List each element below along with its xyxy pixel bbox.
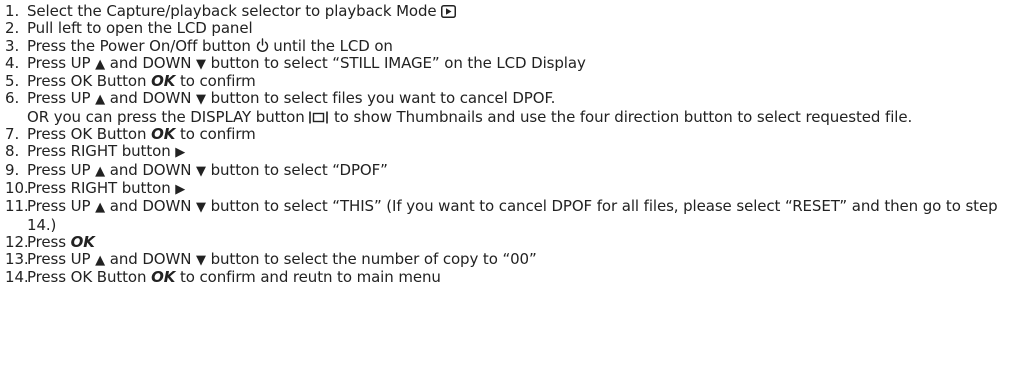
step-text: Press [27,232,66,251]
step-number: 10. [5,178,29,197]
step-text: Press UP [27,197,91,216]
step-text: Press the Power On/Off button [27,36,251,55]
step-number: 4. [5,53,20,72]
step-text: Pull left to open the LCD panel [27,19,253,38]
instruction-step: 8. Press RIGHT button ▶ [5,143,1010,161]
step-text: and DOWN [109,197,192,216]
step-text: Press RIGHT button [27,178,171,197]
instruction-step: 10. Press RIGHT button ▶ [5,178,1010,198]
step-text: until the LCD on [273,36,393,55]
instruction-step: 5. Press OK Button OK to confirm [5,72,1010,91]
step-text: button to select files you want to cance… [210,89,556,108]
instruction-step: 1. Select the Capture/playback selector … [5,2,1010,20]
step-text: Select the Capture/playback selector to … [27,2,437,20]
step-text: to show Thumbnails and use the four dire… [334,107,913,126]
step-text: button to select “STILL IMAGE” on the LC… [210,53,586,72]
instruction-list: 1. Select the Capture/playback selector … [5,2,1010,287]
instruction-step: 4. Press UP ▲ and DOWN ▼ button to selec… [5,53,1010,73]
instruction-step: 9. Press UP ▲ and DOWN ▼ button to selec… [5,160,1010,180]
down-arrow-icon: ▼ [196,253,206,269]
instruction-step: 12. Press OK [5,232,1010,251]
step-text: Press OK Button [27,72,147,91]
instruction-step: 13. Press UP ▲ and DOWN ▼ button to sele… [5,250,1010,269]
step-text: Press UP [27,89,91,108]
step-text: to confirm [179,72,256,91]
step-number: 3. [5,36,20,55]
down-arrow-icon: ▼ [196,56,206,72]
step-number: 12. [5,232,29,251]
down-arrow-icon: ▼ [196,200,206,216]
instruction-step: 7. Press OK Button OK to confirm [5,125,1010,144]
step-text: Press UP [27,250,91,269]
step-text: Press OK Button [27,268,147,287]
right-arrow-icon: ▶ [175,145,186,161]
step-text: Press OK Button [27,125,147,144]
power-icon [256,37,268,52]
step-number: 6. [5,89,20,108]
instruction-step: 11. Press UP ▲ and DOWN ▼ button to sele… [5,198,1010,234]
instruction-step: 14. Press OK Button OK to confirm and re… [5,268,1010,287]
step-text: button to select “DPOF” [210,160,388,179]
ok-button-label: OK [151,125,176,144]
display-button-icon [309,111,329,124]
up-arrow-icon: ▲ [95,56,106,72]
step-number: 9. [5,160,20,179]
step-number: 5. [5,72,20,91]
up-arrow-icon: ▲ [95,163,106,179]
step-number: 7. [5,125,20,144]
right-arrow-icon: ▶ [175,181,186,197]
instruction-step: 3. Press the Power On/Off button until t… [5,36,1010,55]
step-text: OR you can press the DISPLAY button [27,107,305,126]
up-arrow-icon: ▲ [95,92,106,108]
step-number: 1. [5,2,20,20]
ok-button-label: OK [151,72,176,91]
step-text: Press RIGHT button [27,142,171,161]
step-text: button to select the number of copy to “… [210,250,537,269]
step-text: Press UP [27,53,91,72]
up-arrow-icon: ▲ [95,200,106,216]
step-number: 13. [5,250,29,269]
ok-button-label: OK [70,232,95,251]
step-text: and DOWN [109,250,192,269]
up-arrow-icon: ▲ [95,253,106,269]
step-number: 11. [5,197,29,216]
step-text: to confirm and reutn to main menu [179,268,441,287]
down-arrow-icon: ▼ [196,163,206,179]
step-text: and DOWN [109,53,192,72]
down-arrow-icon: ▼ [196,92,206,108]
ok-button-label: OK [151,268,176,287]
step-text: Press UP [27,160,91,179]
step-number: 2. [5,19,20,38]
instruction-step: 2. Pull left to open the LCD panel [5,19,1010,38]
step-number: 8. [5,142,20,161]
step-number: 14. [5,268,29,287]
playback-mode-icon [441,5,457,18]
step-text: to confirm [179,125,256,144]
step-text: and DOWN [109,89,192,108]
instruction-step: 6. Press UP ▲ and DOWN ▼ button to selec… [5,90,1010,126]
step-text: and DOWN [109,160,192,179]
